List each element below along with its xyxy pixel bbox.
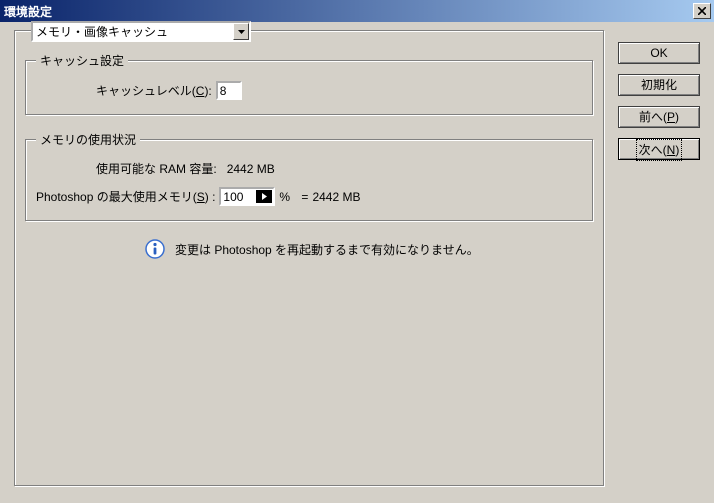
info-text: 変更は Photoshop を再起動するまで有効になりません。 [175,241,479,258]
window-title: 環境設定 [4,3,52,20]
category-combo[interactable]: メモリ・画像キャッシュ [31,21,251,42]
max-mem-input[interactable] [221,189,255,204]
close-button[interactable] [693,3,711,19]
next-button[interactable]: 次へ(N) [618,138,700,160]
spinner-button[interactable] [256,190,272,203]
cache-legend: キャッシュ設定 [36,52,128,69]
percent-sign: % [279,190,290,204]
combo-selected-text: メモリ・画像キャッシュ [33,23,233,40]
ram-label: 使用可能な RAM 容量: [96,162,217,176]
reset-button[interactable]: 初期化 [618,74,700,96]
ok-button[interactable]: OK [618,42,700,64]
computed-mem: 2442 MB [312,190,360,204]
info-icon [145,239,165,259]
max-mem-label: Photoshop の最大使用メモリ(S) : [36,188,215,205]
max-mem-spinner[interactable] [219,187,275,206]
chevron-down-icon[interactable] [233,23,249,40]
prev-button[interactable]: 前へ(P) [618,106,700,128]
dialog-body: メモリ・画像キャッシュ キャッシュ設定 キャッシュレベル(C): メモリの使用状… [0,22,714,503]
outer-frame: メモリ・画像キャッシュ キャッシュ設定 キャッシュレベル(C): メモリの使用状… [14,30,604,486]
equals-sign: = [301,190,308,204]
info-row: 変更は Photoshop を再起動するまで有効になりません。 [145,239,593,259]
cache-level-label: キャッシュレベル(C): [96,82,212,99]
memory-usage-group: メモリの使用状況 使用可能な RAM 容量: 2442 MB Photoshop… [25,131,593,221]
memory-legend: メモリの使用状況 [36,131,140,148]
ram-value: 2442 MB [227,162,275,176]
right-button-column: OK 初期化 前へ(P) 次へ(N) [618,42,700,160]
cache-settings-group: キャッシュ設定 キャッシュレベル(C): [25,52,593,115]
titlebar: 環境設定 [0,0,714,22]
cache-level-input[interactable] [216,81,242,100]
